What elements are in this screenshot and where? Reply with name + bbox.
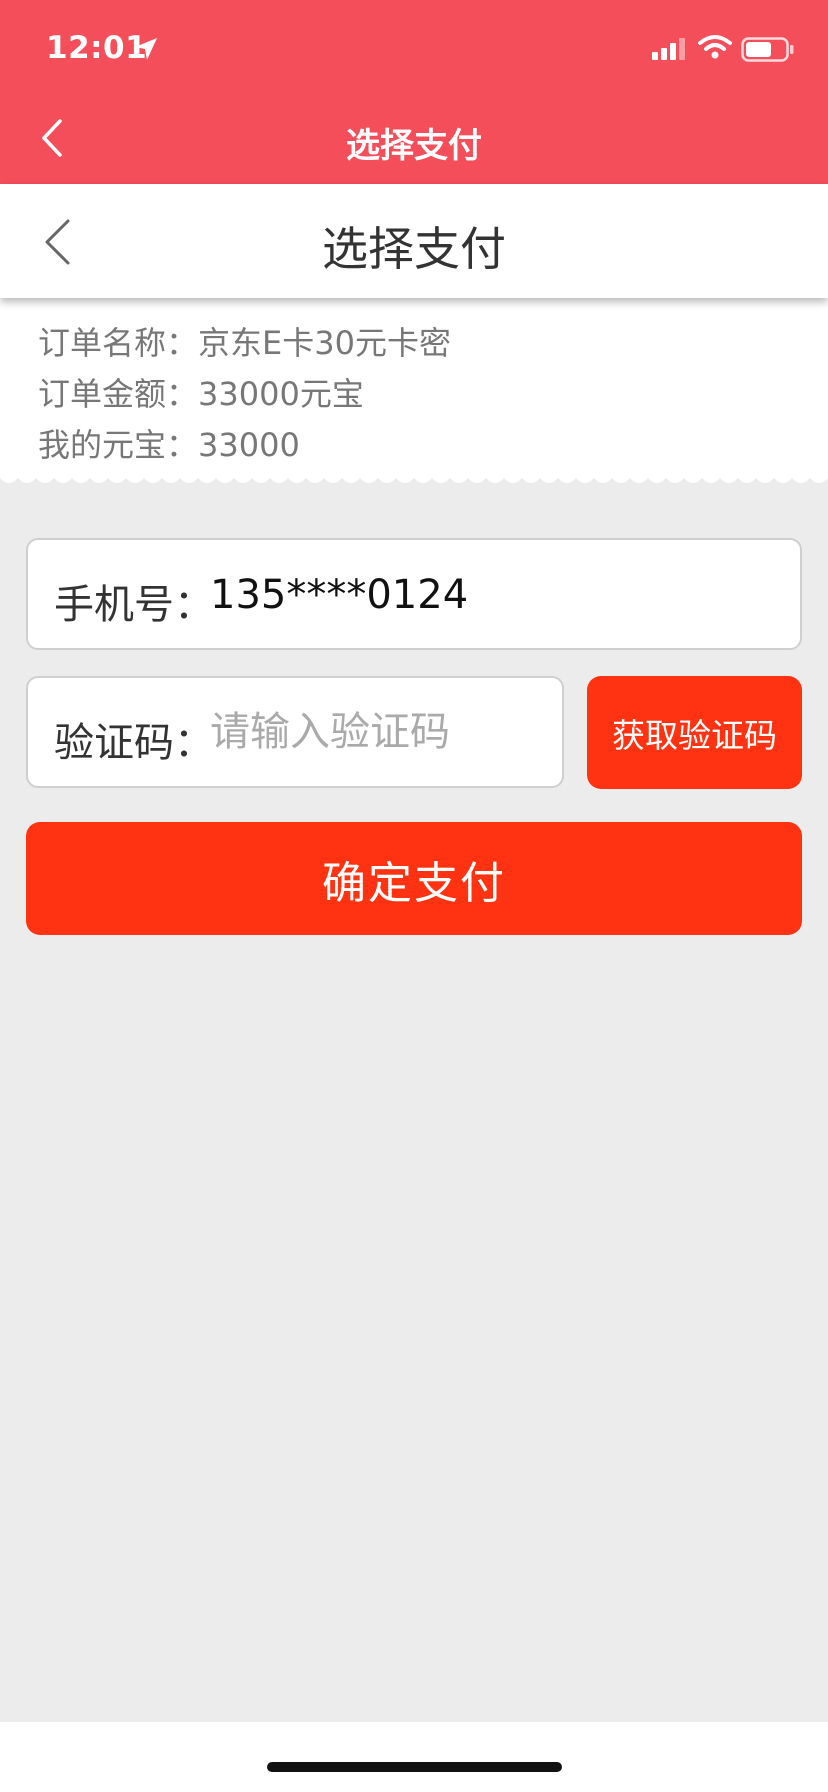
battery-icon bbox=[741, 37, 795, 67]
location-arrow-icon bbox=[133, 36, 159, 66]
confirm-pay-button[interactable]: 确定支付 bbox=[26, 822, 802, 935]
balance-value: 33000 bbox=[198, 426, 300, 464]
get-code-button[interactable]: 获取验证码 bbox=[587, 676, 802, 789]
wifi-icon bbox=[698, 34, 732, 64]
balance-row: 我的元宝：33000 bbox=[38, 420, 300, 466]
order-name-label: 订单名称： bbox=[38, 324, 199, 362]
code-field[interactable]: 验证码： bbox=[26, 676, 564, 788]
status-time: 12:01 bbox=[46, 30, 148, 66]
phone-value: 135****0124 bbox=[210, 572, 469, 618]
home-indicator[interactable] bbox=[267, 1762, 562, 1772]
page-header: 选择支付 bbox=[0, 184, 828, 298]
order-amount-row: 订单金额：33000元宝 bbox=[38, 369, 364, 415]
phone-label: 手机号： bbox=[54, 582, 214, 628]
home-indicator-area bbox=[0, 1722, 828, 1792]
scallop-edge bbox=[0, 470, 828, 483]
signal-icon bbox=[652, 38, 688, 64]
order-name-row: 订单名称：京东E卡30元卡密 bbox=[38, 318, 451, 364]
order-amount-value: 33000元宝 bbox=[198, 375, 364, 413]
order-amount-label: 订单金额： bbox=[38, 375, 199, 413]
payment-screen: 12:01 选择支付 选择支付 订单名称：京东E卡30元卡密 订单金额：3300… bbox=[0, 0, 828, 1792]
order-info-card: 订单名称：京东E卡30元卡密 订单金额：33000元宝 我的元宝：33000 bbox=[0, 298, 828, 478]
nav-title: 选择支付 bbox=[346, 126, 482, 166]
code-label: 验证码： bbox=[54, 720, 214, 766]
top-bar: 12:01 选择支付 bbox=[0, 0, 828, 184]
verification-code-input[interactable] bbox=[210, 704, 550, 760]
page-title: 选择支付 bbox=[322, 222, 506, 276]
balance-label: 我的元宝： bbox=[38, 426, 199, 464]
order-name-value: 京东E卡30元卡密 bbox=[198, 324, 451, 362]
phone-field: 手机号： 135****0124 bbox=[26, 538, 802, 650]
